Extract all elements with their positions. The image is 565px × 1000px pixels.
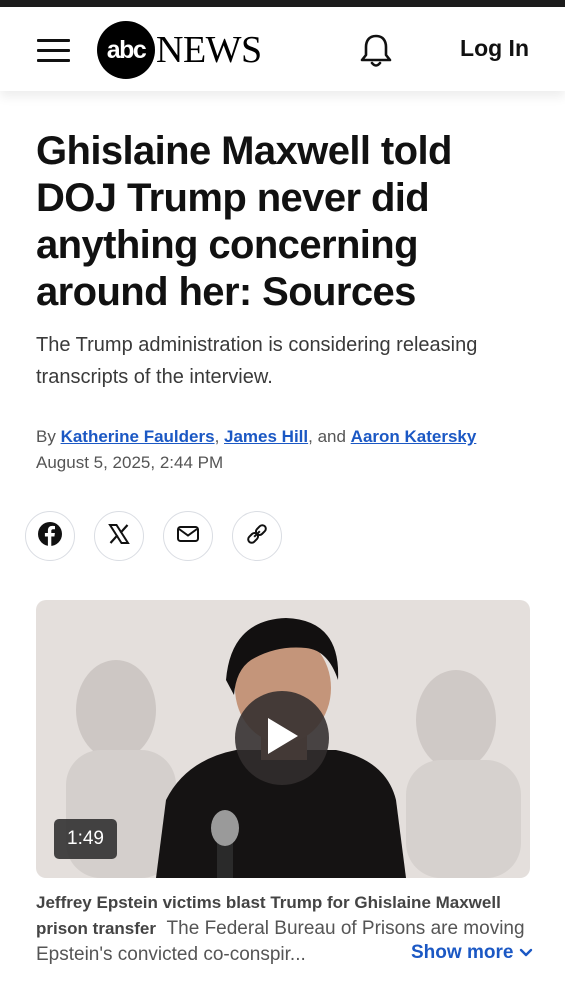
byline-separator-and: , and: [308, 427, 351, 446]
top-edge-bar: [0, 0, 565, 7]
notification-bell-icon[interactable]: [359, 33, 393, 69]
byline: By Katherine Faulders, James Hill, and A…: [36, 427, 476, 447]
link-icon: [244, 521, 270, 552]
play-button[interactable]: [235, 691, 329, 785]
play-icon: [264, 716, 300, 761]
login-button[interactable]: Log In: [460, 35, 529, 62]
facebook-icon: [37, 521, 63, 552]
hamburger-menu-icon[interactable]: [37, 39, 70, 63]
share-email-button[interactable]: [163, 511, 213, 561]
x-icon: [108, 523, 130, 550]
abc-news-logo[interactable]: abc NEWS: [97, 21, 262, 79]
author-link-katherine-faulders[interactable]: Katherine Faulders: [61, 427, 215, 446]
chevron-down-icon: [519, 942, 533, 964]
copy-link-button[interactable]: [232, 511, 282, 561]
logo-wordmark: NEWS: [156, 29, 262, 71]
author-link-aaron-katersky[interactable]: Aaron Katersky: [351, 427, 477, 446]
article-subhead: The Trump administration is considering …: [36, 334, 478, 388]
mail-icon: [176, 524, 200, 549]
share-facebook-button[interactable]: [25, 511, 75, 561]
video-player[interactable]: 1:49: [36, 600, 530, 878]
show-more-button[interactable]: Show more: [411, 942, 533, 964]
video-duration-badge: 1:49: [54, 819, 117, 859]
author-link-james-hill[interactable]: James Hill: [224, 427, 308, 446]
byline-separator: ,: [214, 427, 225, 446]
article-headline: Ghislaine Maxwell told DOJ Trump never d…: [36, 129, 452, 314]
share-x-button[interactable]: [94, 511, 144, 561]
show-more-label: Show more: [411, 942, 514, 963]
site-header: abc NEWS Log In: [0, 7, 565, 91]
publish-date: August 5, 2025, 2:44 PM: [36, 453, 224, 472]
byline-prefix: By: [36, 427, 61, 446]
logo-mark: abc: [97, 21, 155, 79]
